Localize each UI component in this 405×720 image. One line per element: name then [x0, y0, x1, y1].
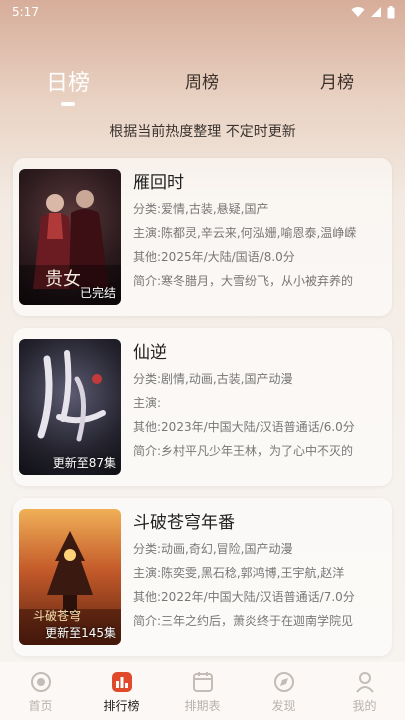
nav-discover[interactable]: 发现	[243, 662, 324, 720]
item-other: 其他:2025年/大陆/国语/8.0分	[133, 250, 295, 264]
item-intro: 简介:寒冬腊月，大雪纷飞，从小被弃养的	[133, 274, 354, 288]
poster-image[interactable]: 更新至87集	[19, 339, 121, 475]
nav-home[interactable]: 首页	[0, 662, 81, 720]
nav-profile[interactable]: 我的	[324, 662, 405, 720]
ranking-subtitle: 根据当前热度整理 不定时更新	[109, 124, 296, 140]
item-cast: 主演:陈奕雯,黑石稔,郭鸿博,王宇航,赵洋	[133, 566, 345, 580]
bottom-nav: 首页 排行榜 排期表 发现 我的	[0, 662, 405, 720]
item-info: 斗破苍穹年番 分类:动画,奇幻,冒险,国产动漫 主演:陈奕雯,黑石稔,郭鸿博,王…	[133, 510, 385, 637]
list-item[interactable]: 更新至87集 仙逆 分类:剧情,动画,古装,国产动漫 主演: 其他:2023年/…	[13, 328, 392, 486]
tab-monthly[interactable]: 月榜	[320, 68, 354, 93]
nav-schedule[interactable]: 排期表	[162, 662, 243, 720]
item-cast: 主演:	[133, 396, 162, 410]
nav-profile-label: 我的	[352, 699, 377, 713]
item-genre: 分类:爱情,古装,悬疑,国产	[133, 202, 269, 216]
status-icons	[351, 5, 395, 19]
item-other: 其他:2023年/中国大陆/汉语普通话/6.0分	[133, 420, 355, 434]
list-item[interactable]: 斗破苍穹 更新至145集 斗破苍穹年番 分类:动画,奇幻,冒险,国产动漫 主演:…	[13, 498, 392, 656]
status-badge: 更新至87集	[52, 456, 116, 470]
list-item[interactable]: 贵女 已完结 雁回时 分类:爱情,古装,悬疑,国产 主演:陈都灵,辛云来,何泓姗…	[13, 158, 392, 316]
item-info: 雁回时 分类:爱情,古装,悬疑,国产 主演:陈都灵,辛云来,何泓姗,喻恩泰,温峥…	[133, 170, 385, 297]
nav-discover-label: 发现	[271, 699, 296, 713]
item-intro: 简介:乡村平凡少年王林，为了心中不灭的	[133, 444, 354, 458]
ranking-icon	[110, 670, 134, 694]
nav-home-label: 首页	[28, 699, 53, 713]
profile-icon	[353, 670, 377, 694]
status-badge: 已完结	[79, 286, 116, 300]
item-genre: 分类:剧情,动画,古装,国产动漫	[133, 372, 293, 386]
item-title: 仙逆	[133, 343, 167, 363]
item-intro: 简介:三年之约后，萧炎终于在迦南学院见	[133, 614, 354, 628]
schedule-icon	[191, 670, 215, 694]
tab-indicator	[61, 102, 75, 106]
tab-daily[interactable]: 日榜	[46, 65, 90, 97]
poster-title-text: 贵女	[45, 269, 81, 290]
item-genre: 分类:动画,奇幻,冒险,国产动漫	[133, 542, 293, 556]
battery-icon	[387, 5, 395, 18]
discover-icon	[272, 670, 296, 694]
item-info: 仙逆 分类:剧情,动画,古装,国产动漫 主演: 其他:2023年/中国大陆/汉语…	[133, 340, 385, 467]
signal-icon	[371, 7, 381, 17]
status-time: 5:17	[12, 5, 39, 19]
nav-schedule-label: 排期表	[184, 699, 221, 713]
status-badge: 更新至145集	[45, 626, 116, 640]
status-bar: 5:17	[0, 0, 405, 24]
nav-ranking[interactable]: 排行榜	[81, 662, 162, 720]
item-title: 雁回时	[133, 173, 184, 193]
wifi-icon	[351, 7, 365, 17]
home-icon	[29, 670, 53, 694]
item-other: 其他:2022年/中国大陆/汉语普通话/7.0分	[133, 590, 355, 604]
poster-title-text: 斗破苍穹	[33, 609, 82, 623]
nav-ranking-label: 排行榜	[103, 699, 140, 713]
item-title: 斗破苍穹年番	[133, 513, 235, 533]
poster-image[interactable]: 斗破苍穹 更新至145集	[19, 509, 121, 645]
poster-image[interactable]: 贵女 已完结	[19, 169, 121, 305]
item-cast: 主演:陈都灵,辛云来,何泓姗,喻恩泰,温峥嵘	[133, 226, 357, 240]
tab-weekly[interactable]: 周榜	[185, 68, 219, 93]
